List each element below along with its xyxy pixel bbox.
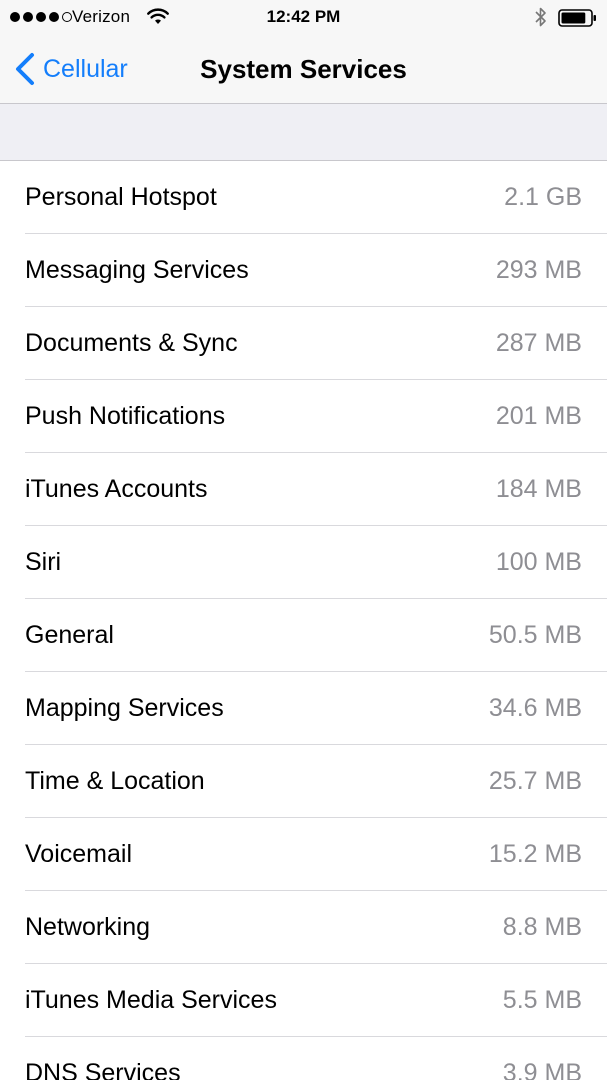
service-usage: 50.5 MB [488, 621, 582, 649]
service-row: Messaging Services 293 MB [0, 234, 607, 307]
service-usage: 8.8 MB [502, 913, 582, 941]
service-name: General [25, 621, 114, 649]
service-usage: 3.9 MB [502, 1059, 582, 1080]
system-services-screen: Verizon 12:42 PM Cellular System Service… [0, 0, 607, 1080]
service-row: Siri 100 MB [0, 526, 607, 599]
service-name: Personal Hotspot [25, 183, 217, 211]
page-title-text: System Services [200, 54, 407, 84]
service-name: iTunes Accounts [25, 475, 208, 503]
service-usage: 5.5 MB [502, 986, 582, 1014]
bluetooth-icon [534, 6, 548, 33]
service-name: Push Notifications [25, 402, 226, 430]
header: Verizon 12:42 PM Cellular System Service… [0, 0, 607, 104]
service-row: Mapping Services 34.6 MB [0, 672, 607, 745]
service-row: Push Notifications 201 MB [0, 380, 607, 453]
service-name: Networking [25, 913, 151, 941]
system-services-list: Personal Hotspot 2.1 GB Messaging Services… [0, 160, 607, 1080]
service-row: General 50.5 MB [0, 599, 607, 672]
service-name: Documents & Sync [25, 329, 238, 357]
service-row: Personal Hotspot 2.1 GB [0, 161, 607, 234]
service-name: iTunes Media Services [25, 986, 277, 1014]
service-usage: 34.6 MB [488, 694, 582, 722]
service-usage: 293 MB [495, 256, 582, 284]
service-name: Messaging Services [25, 256, 249, 284]
service-row: iTunes Accounts 184 MB [0, 453, 607, 526]
service-usage: 15.2 MB [488, 840, 582, 868]
service-usage: 287 MB [495, 329, 582, 357]
page-title: System Services [0, 54, 607, 85]
service-row: Time & Location 25.7 MB [0, 745, 607, 818]
service-row: Voicemail 15.2 MB [0, 818, 607, 891]
navigation-bar: Cellular System Services [0, 36, 607, 104]
status-bar: Verizon 12:42 PM [0, 0, 607, 36]
service-usage: 25.7 MB [488, 767, 582, 795]
service-usage: 2.1 GB [504, 183, 582, 211]
service-row: Documents & Sync 287 MB [0, 307, 607, 380]
service-row: iTunes Media Services 5.5 MB [0, 964, 607, 1037]
service-name: Voicemail [25, 840, 132, 868]
service-name: Mapping Services [25, 694, 224, 722]
service-name: Siri [25, 548, 62, 576]
service-row: Networking 8.8 MB [0, 891, 607, 964]
service-name: DNS Services [25, 1059, 181, 1080]
service-name: Time & Location [25, 767, 205, 795]
service-usage: 184 MB [495, 475, 582, 503]
service-usage: 201 MB [495, 402, 582, 430]
status-time: 12:42 PM [266, 7, 341, 26]
service-row: DNS Services 3.9 MB [0, 1037, 607, 1080]
battery-icon [558, 9, 598, 32]
service-usage: 100 MB [495, 548, 582, 576]
